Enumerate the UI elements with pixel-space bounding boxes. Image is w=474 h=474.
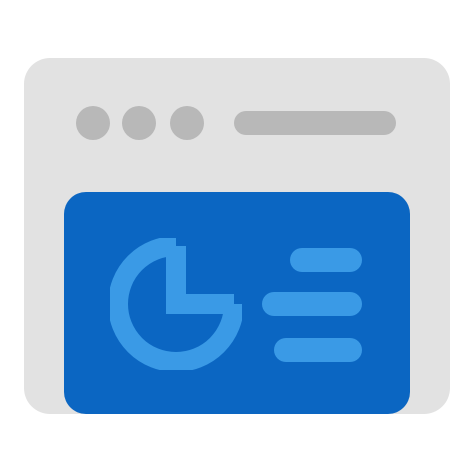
window-control-dot [170, 106, 204, 140]
pie-chart-icon [110, 238, 242, 370]
window-control-dot [122, 106, 156, 140]
detail-line [274, 338, 362, 362]
detail-line [262, 292, 362, 316]
web-dashboard-icon [0, 0, 474, 474]
pie-chart-slice [166, 246, 234, 314]
window-control-dot [76, 106, 110, 140]
address-bar [234, 111, 396, 135]
detail-line [290, 248, 362, 272]
